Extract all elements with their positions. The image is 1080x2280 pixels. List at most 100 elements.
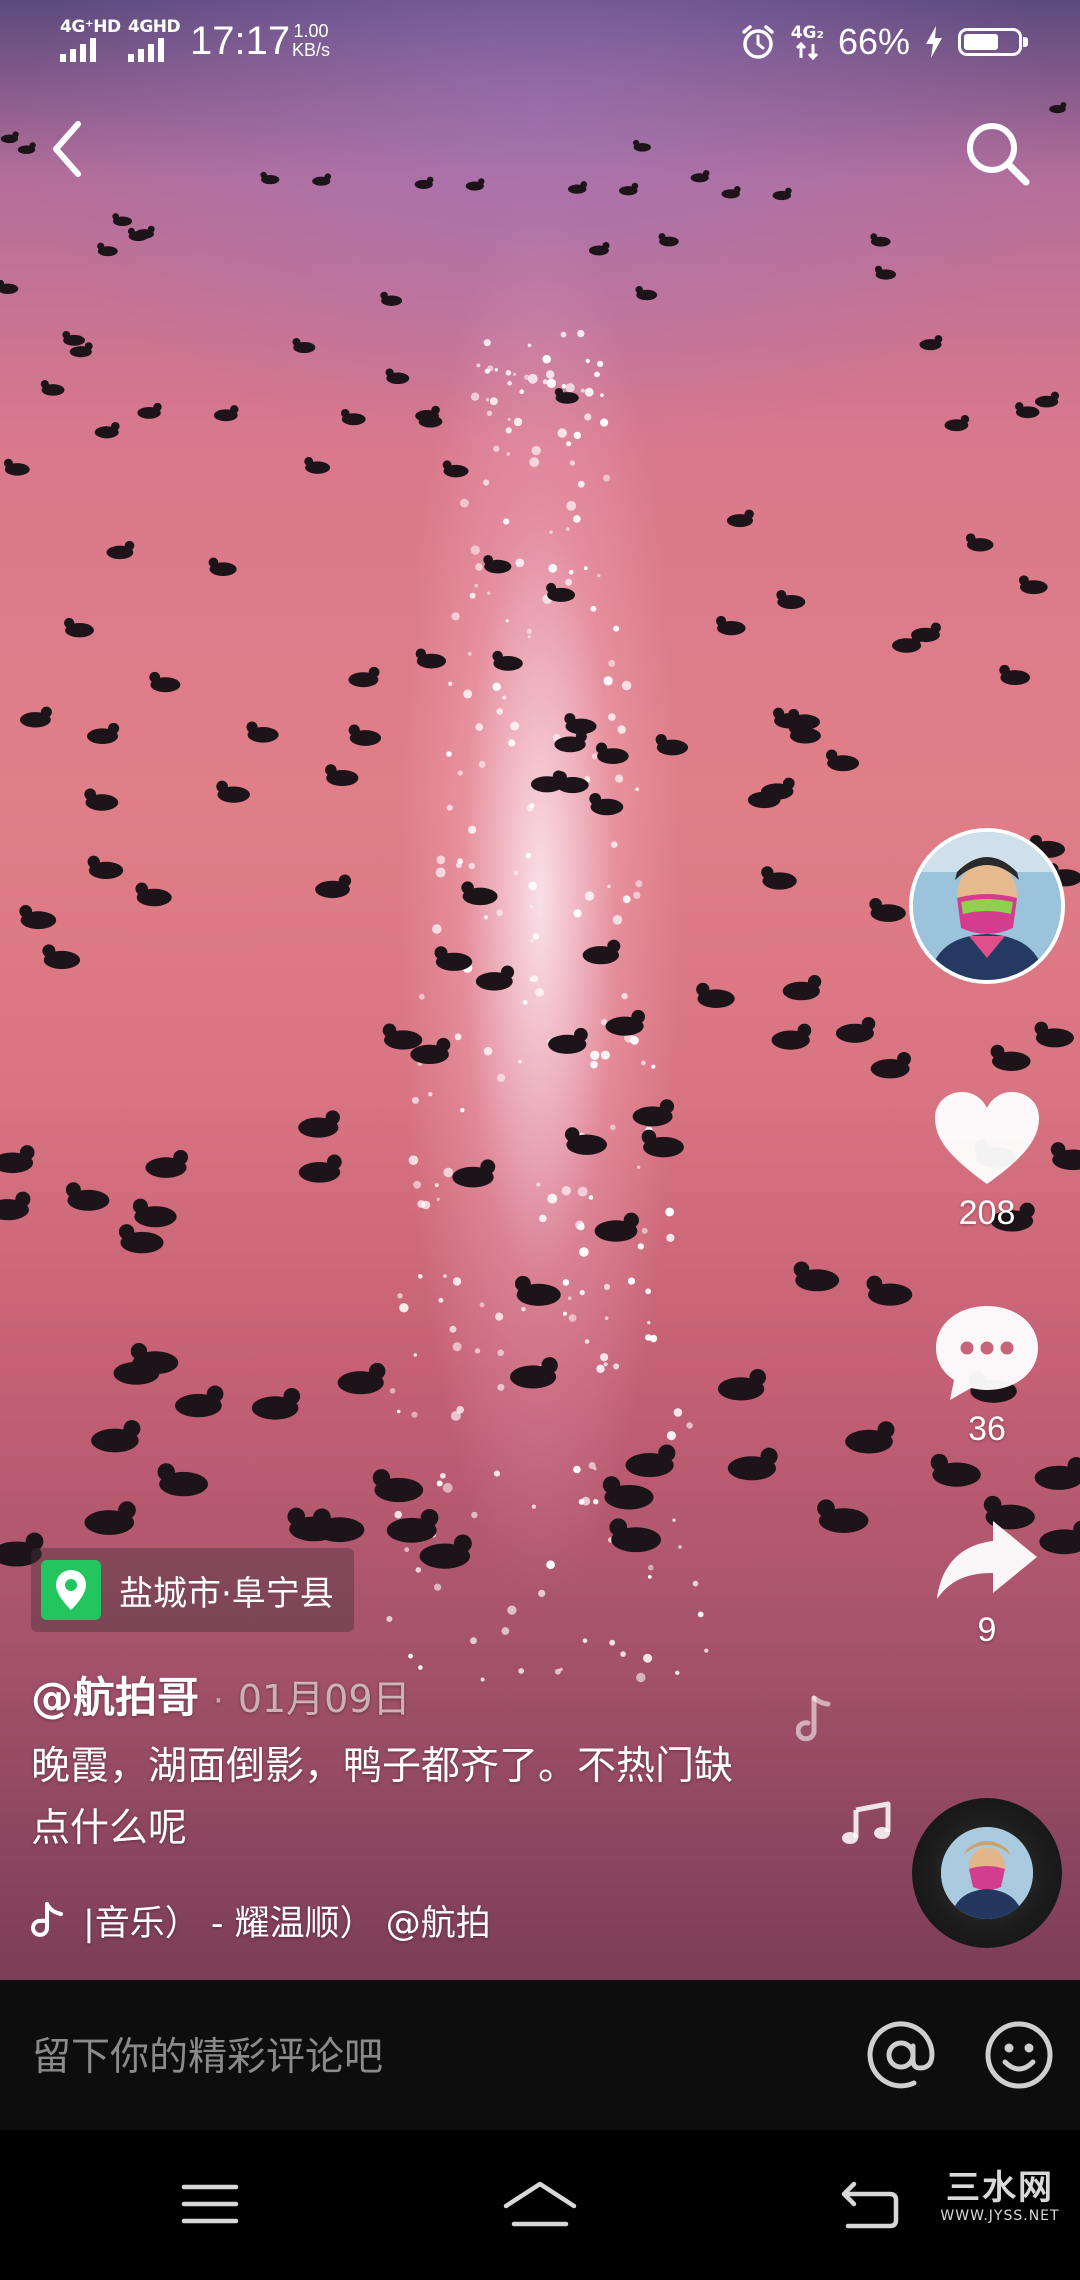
mention-button[interactable] [862, 2016, 940, 2094]
water-sparkle [641, 1227, 648, 1234]
duck-silhouette [461, 881, 498, 906]
music-marquee[interactable]: |音乐） - 耀温顺） @航拍 [31, 1890, 591, 1950]
site-watermark: 三水网 WWW.JYSS.NET [935, 2168, 1065, 2224]
status-right-group: 4G₂ 66% [739, 18, 1028, 66]
emoji-button[interactable] [980, 2016, 1058, 2094]
author-avatar[interactable] [909, 828, 1065, 984]
water-sparkle [697, 1611, 704, 1618]
water-sparkle [542, 354, 551, 364]
battery-percent: 66% [837, 21, 910, 62]
duck-silhouette [208, 557, 237, 576]
share-arrow-icon[interactable] [933, 1515, 1041, 1605]
water-sparkle [603, 1362, 608, 1367]
duck-silhouette [340, 409, 366, 426]
comment-input[interactable]: 留下你的精彩评论吧 [32, 2028, 383, 2088]
duck-silhouette [866, 1275, 913, 1306]
network-speed-value: 1.00 [293, 21, 329, 41]
duck-silhouette [892, 633, 923, 653]
music-disc-avatar [941, 1827, 1033, 1919]
duck-silhouette [385, 368, 410, 385]
duck-silhouette [1034, 1457, 1080, 1490]
water-sparkle [532, 933, 540, 940]
duck-silhouette [65, 1182, 110, 1211]
duck-silhouette [588, 241, 610, 256]
water-sparkle [526, 804, 534, 812]
water-sparkle [633, 891, 641, 899]
water-sparkle [609, 1639, 616, 1646]
water-sparkle [496, 909, 504, 917]
water-sparkle [577, 480, 585, 488]
nav-home-button[interactable] [500, 2180, 580, 2234]
water-sparkle [666, 1233, 675, 1242]
water-sparkle [529, 904, 534, 908]
water-sparkle [446, 751, 452, 757]
water-sparkle [591, 753, 599, 760]
water-sparkle [411, 1096, 419, 1104]
water-sparkle [530, 939, 534, 943]
comment-bubble-icon[interactable] [932, 1300, 1042, 1404]
water-sparkle [529, 457, 540, 468]
duck-silhouette [17, 142, 36, 155]
water-sparkle [493, 1470, 500, 1477]
heart-icon[interactable] [931, 1088, 1043, 1188]
water-sparkle [559, 1667, 563, 1672]
duck-silhouette [415, 405, 440, 422]
water-sparkle [610, 841, 618, 848]
duck-silhouette [870, 1052, 911, 1079]
water-sparkle [438, 1297, 444, 1303]
location-chip[interactable]: 盐城市·阜宁县 [31, 1548, 354, 1632]
water-sparkle [579, 1247, 589, 1257]
duck-silhouette [771, 1023, 812, 1050]
water-sparkle [454, 1033, 462, 1041]
water-sparkle [404, 1547, 410, 1553]
water-sparkle [546, 1560, 555, 1569]
duck-silhouette [492, 650, 523, 671]
water-sparkle [434, 1583, 442, 1591]
duck-silhouette [157, 1463, 208, 1497]
music-disc[interactable] [912, 1798, 1062, 1948]
water-sparkle [573, 909, 582, 918]
water-sparkle [415, 1567, 422, 1573]
water-sparkle [457, 858, 464, 865]
duck-silhouette [515, 1275, 561, 1306]
duck-silhouette [149, 671, 181, 693]
water-sparkle [621, 680, 632, 691]
data-arrows-icon [796, 42, 819, 60]
water-sparkle [495, 1312, 504, 1321]
duck-silhouette [793, 1261, 840, 1292]
water-sparkle [418, 1274, 423, 1279]
water-sparkle [474, 1348, 481, 1354]
duck-silhouette [292, 338, 316, 354]
share-action[interactable]: 9 [922, 1515, 1052, 1650]
comment-action[interactable]: 36 [922, 1300, 1052, 1449]
water-sparkle [637, 1165, 641, 1170]
water-sparkle [635, 787, 639, 792]
water-sparkle [522, 1000, 528, 1005]
nav-menu-button[interactable] [180, 2182, 240, 2230]
return-arrow-icon [841, 2181, 899, 2229]
water-sparkle [475, 563, 483, 571]
water-sparkle [468, 862, 475, 870]
water-sparkle [503, 518, 510, 525]
water-sparkle [483, 479, 490, 486]
like-action[interactable]: 208 [922, 1088, 1052, 1233]
duck-silhouette [999, 664, 1031, 686]
duck-silhouette [930, 1453, 981, 1487]
back-button[interactable] [40, 114, 100, 184]
water-sparkle [493, 445, 500, 452]
water-sparkle [411, 1411, 418, 1418]
duck-silhouette [817, 1499, 869, 1533]
water-sparkle [600, 1353, 609, 1362]
mobile-data-indicator: 4G₂ [791, 24, 824, 60]
search-button[interactable] [958, 114, 1038, 194]
duck-silhouette [135, 882, 172, 907]
water-sparkle [507, 1605, 517, 1615]
water-sparkle [641, 1060, 646, 1066]
water-sparkle [531, 445, 541, 456]
nav-back-button[interactable] [840, 2180, 900, 2234]
duck-silhouette [442, 460, 469, 478]
author-handle[interactable]: @航拍哥 [31, 1664, 199, 1725]
water-sparkle [413, 1180, 421, 1189]
duck-silhouette [315, 874, 352, 899]
duck-silhouette [0, 1191, 31, 1221]
